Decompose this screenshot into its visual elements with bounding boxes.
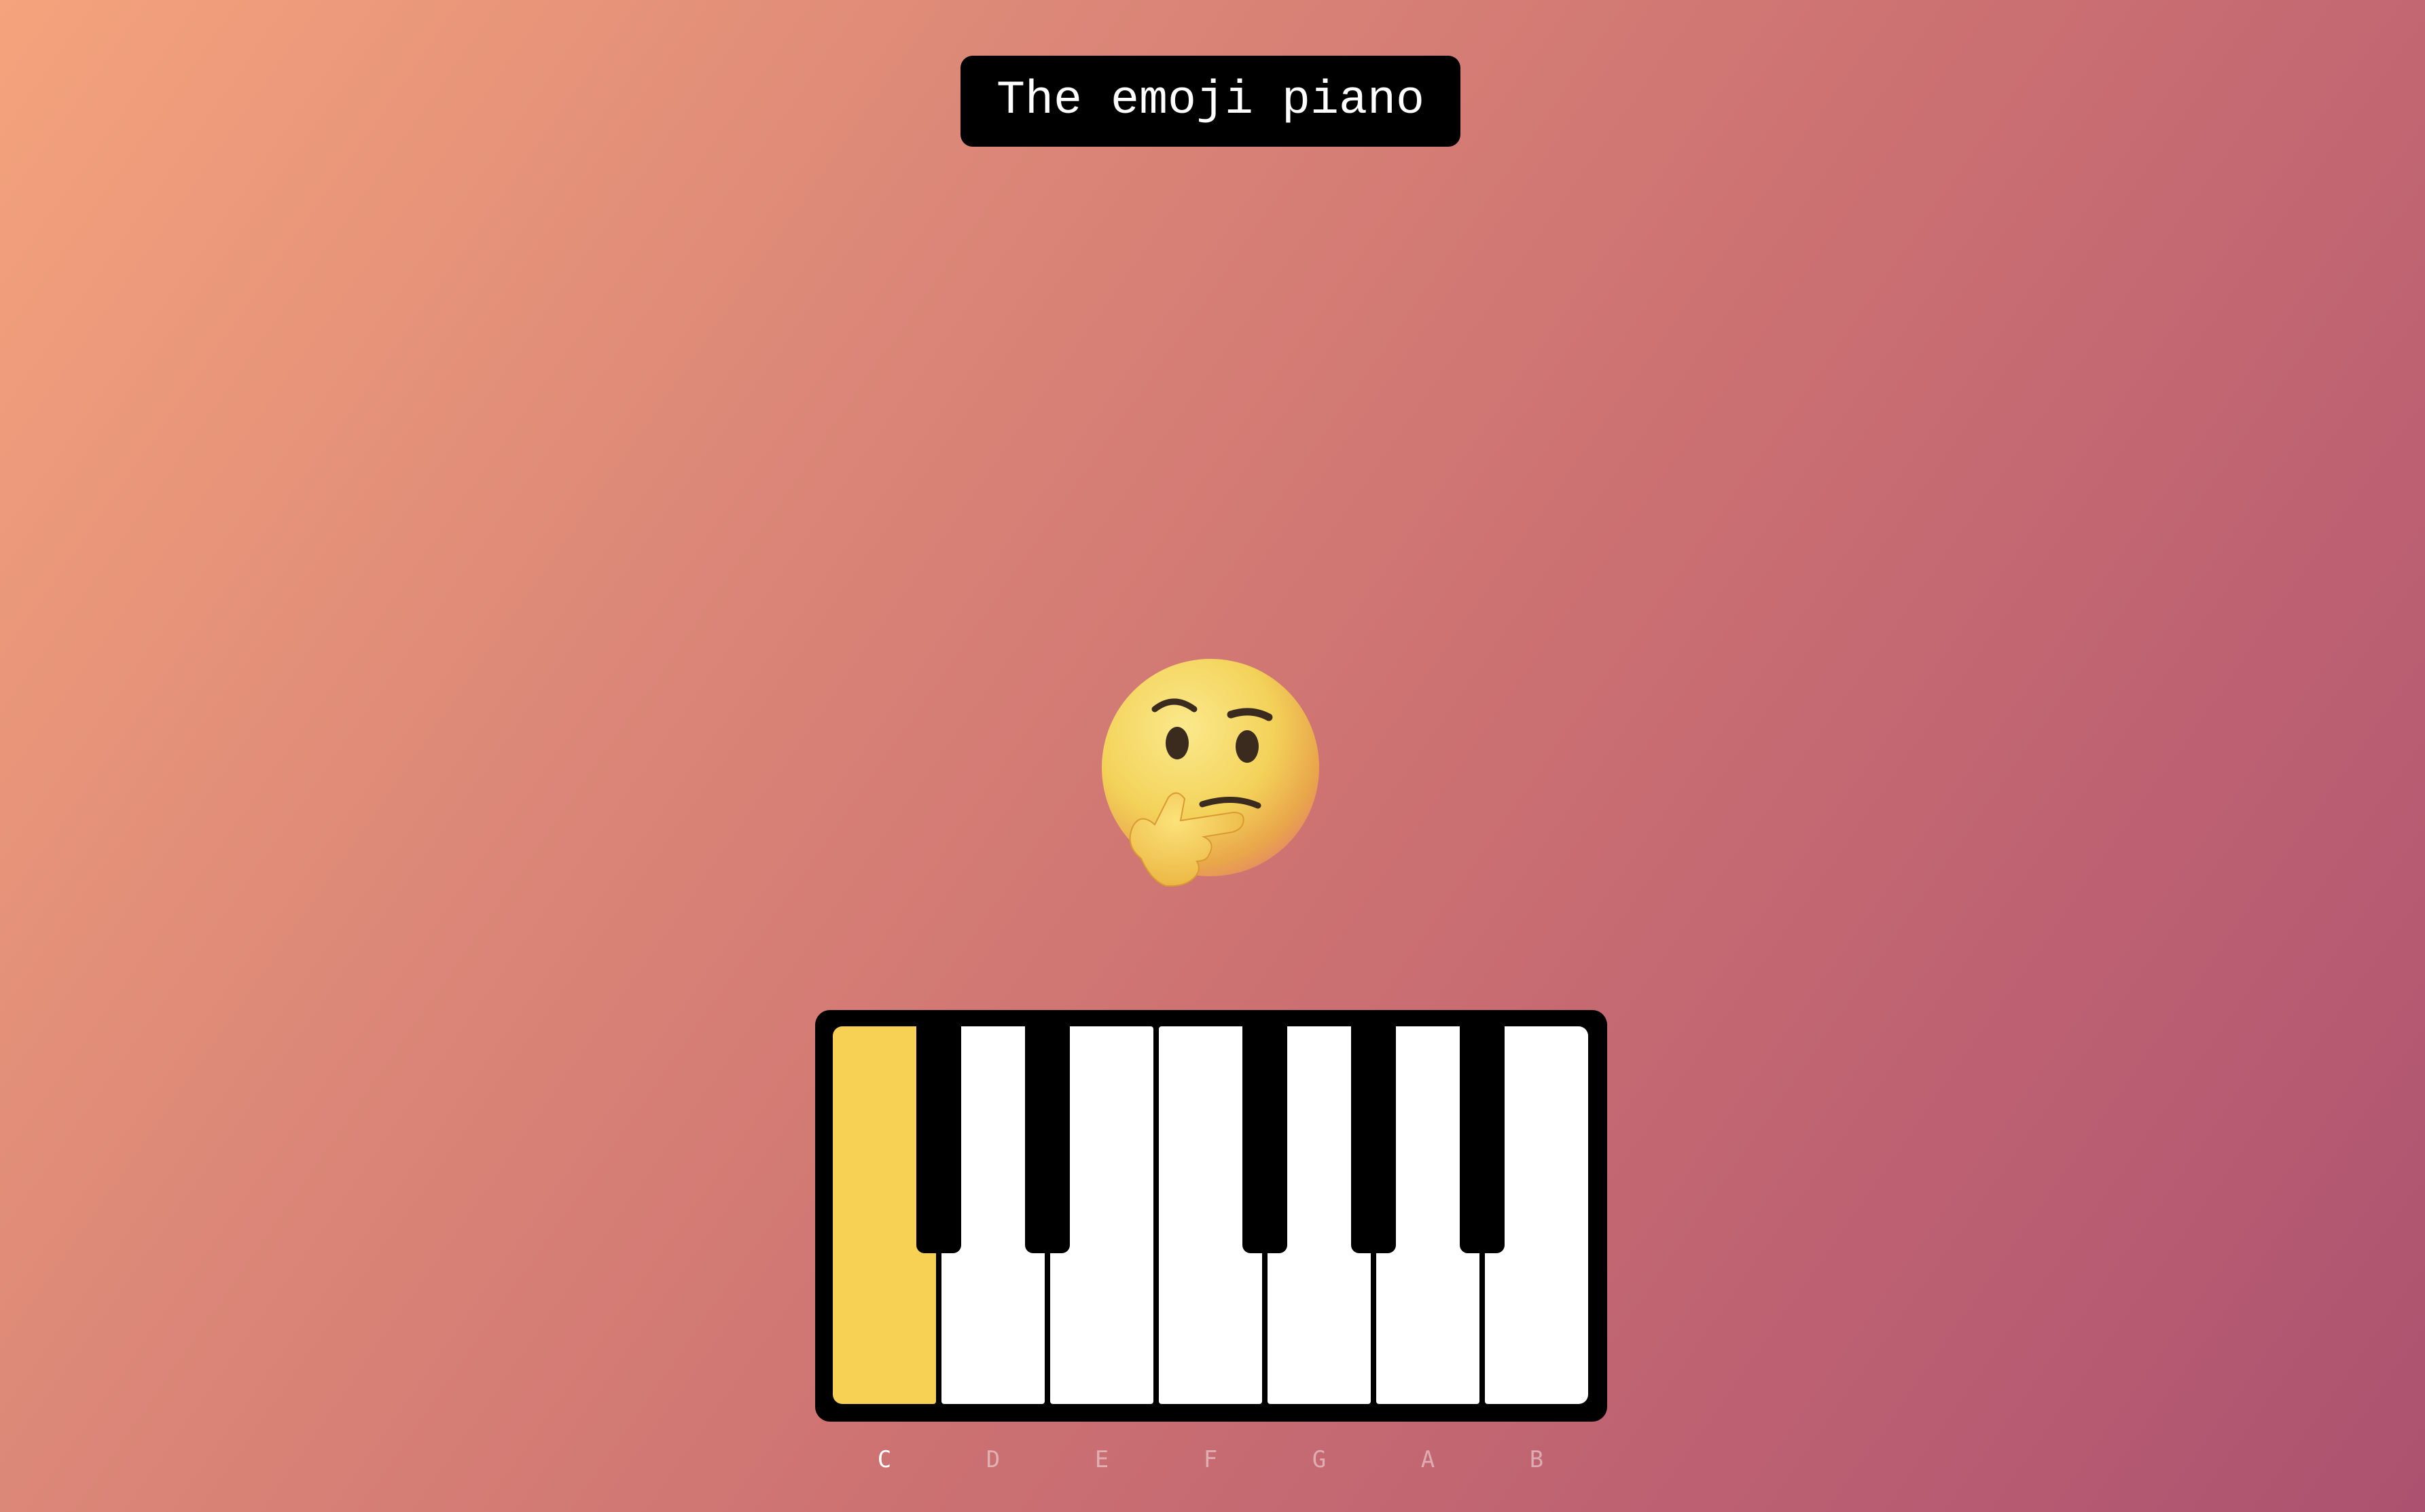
piano-keyboard (815, 1010, 1607, 1422)
piano-key-d-sharp[interactable] (1025, 1026, 1070, 1253)
piano-key-f-sharp[interactable] (1242, 1026, 1287, 1253)
note-label-f: F (1203, 1446, 1218, 1473)
note-label-e: E (1094, 1446, 1109, 1473)
piano-key-c-sharp[interactable] (916, 1026, 961, 1253)
note-label-c: C (877, 1446, 892, 1473)
page-title: The emoji piano (960, 56, 1460, 147)
thinking-face-icon (1100, 655, 1325, 893)
note-labels: C D E F G A B (0, 1443, 2425, 1483)
piano-key-a-sharp[interactable] (1460, 1026, 1505, 1253)
note-label-g: G (1312, 1446, 1327, 1473)
piano-key-g-sharp[interactable] (1351, 1026, 1396, 1253)
note-label-a: A (1420, 1446, 1435, 1473)
note-label-d: D (986, 1446, 1001, 1473)
note-label-b: B (1529, 1446, 1544, 1473)
